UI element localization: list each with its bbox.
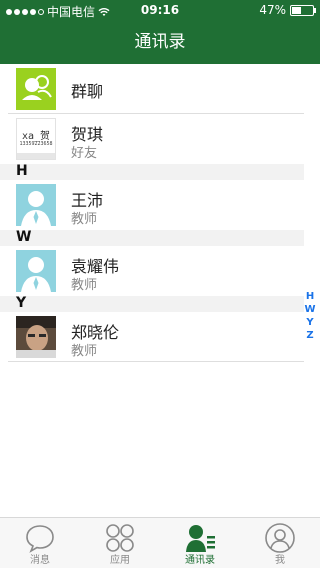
section-letter: Y [16,295,27,311]
default-avatar-icon [16,184,56,226]
default-avatar-icon [16,250,56,292]
tab-me[interactable]: 我 [240,518,320,568]
avatar-text: xa_贺 [21,131,51,142]
divider [8,361,304,362]
battery-percent: 47% [259,3,286,17]
contact-role: 教师 [71,212,98,227]
index-letter-y[interactable]: Y [304,316,316,329]
tab-label: 应用 [110,555,130,566]
navigation-bar: 通讯录 [0,20,320,64]
group-chat-icon [16,68,56,110]
contact-row[interactable]: 郑晓伦 教师 [0,312,320,362]
contact-row[interactable]: 王沛 教师 [0,180,320,230]
contact-row[interactable]: xa_贺 13359223658 贺琪 好友 [0,114,320,164]
tab-messages[interactable]: 消息 [0,518,80,568]
section-header-w: W [0,229,304,246]
photo-avatar [16,316,56,358]
apps-grid-icon [106,524,134,552]
group-chat-row[interactable]: 群聊 [0,64,320,114]
index-letter-z[interactable]: Z [304,329,316,342]
section-header-h: H [0,163,304,180]
avatar-subtext: 13359223658 [19,141,53,147]
tab-apps[interactable]: 应用 [80,518,160,568]
avatar: xa_贺 13359223658 [16,118,56,160]
tab-label: 我 [275,555,285,566]
index-letter-h[interactable]: H [304,290,316,303]
contact-list[interactable]: 群聊 xa_贺 13359223658 贺琪 好友 H 王沛 教师 W 袁耀伟 … [0,64,320,362]
tab-label: 通讯录 [185,555,215,566]
contact-role: 教师 [71,278,98,293]
tab-bar: 消息 应用 通讯录 我 [0,517,320,568]
alphabet-index[interactable]: H W Y Z [304,290,316,342]
tab-contacts[interactable]: 通讯录 [160,518,240,568]
index-letter-w[interactable]: W [304,303,316,316]
contact-role: 教师 [71,344,98,359]
page-title: 通讯录 [134,32,186,52]
profile-icon [265,523,295,553]
contact-row[interactable]: 袁耀伟 教师 [0,246,320,296]
chat-bubble-icon [26,525,54,553]
battery-status: 47% [259,3,316,17]
contacts-icon [186,525,215,552]
section-letter: W [16,229,32,245]
status-bar: 中国电信 09:16 47% [0,0,320,20]
section-header-y: Y [0,295,304,312]
section-letter: H [16,163,28,179]
battery-icon [290,4,316,16]
contact-name: 群聊 [71,82,104,101]
tab-label: 消息 [30,555,50,566]
contact-role: 好友 [71,146,98,161]
